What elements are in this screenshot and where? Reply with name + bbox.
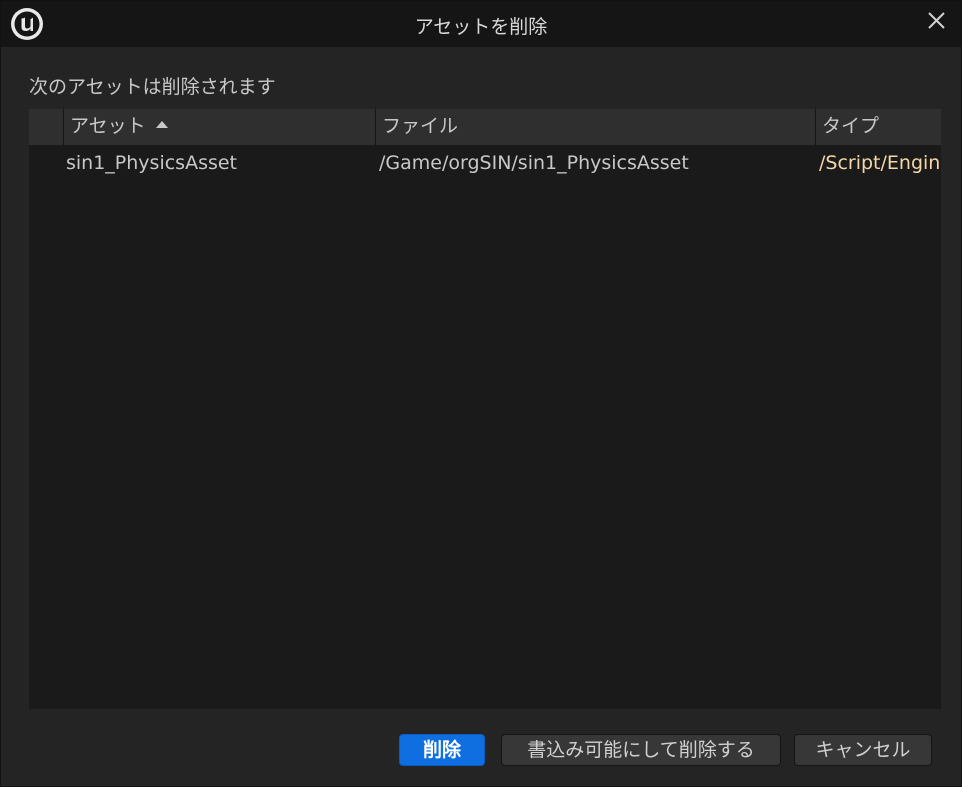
delete-assets-dialog: アセットを削除 次のアセットは削除されます アセット ファイル タイプ sin1… xyxy=(0,0,962,787)
column-header-asset-label: アセット xyxy=(70,115,146,137)
dialog-message: 次のアセットは削除されます xyxy=(29,76,276,98)
window-title: アセットを削除 xyxy=(414,16,548,38)
sort-ascending-icon xyxy=(155,121,168,128)
table-header: アセット ファイル タイプ xyxy=(29,109,941,145)
close-icon[interactable] xyxy=(923,7,951,35)
file-path-cell: /Game/orgSIN/sin1_PhysicsAsset xyxy=(379,152,689,174)
assets-table: アセット ファイル タイプ sin1_PhysicsAsset /Game/or… xyxy=(29,109,941,709)
column-header-file[interactable]: ファイル xyxy=(375,109,814,145)
asset-type-cell: /Script/Engin xyxy=(819,152,941,174)
delete-button[interactable]: 削除 xyxy=(399,734,485,766)
title-bar: アセットを削除 xyxy=(1,1,961,47)
column-header-type[interactable]: タイプ xyxy=(815,109,941,145)
force-delete-button[interactable]: 書込み可能にして削除する xyxy=(501,734,781,766)
table-row[interactable]: sin1_PhysicsAsset /Game/orgSIN/sin1_Phys… xyxy=(29,145,941,181)
cancel-button[interactable]: キャンセル xyxy=(794,734,932,766)
asset-name-cell: sin1_PhysicsAsset xyxy=(66,152,238,174)
column-header-asset[interactable]: アセット xyxy=(63,109,374,145)
column-header-blank[interactable] xyxy=(29,109,62,145)
